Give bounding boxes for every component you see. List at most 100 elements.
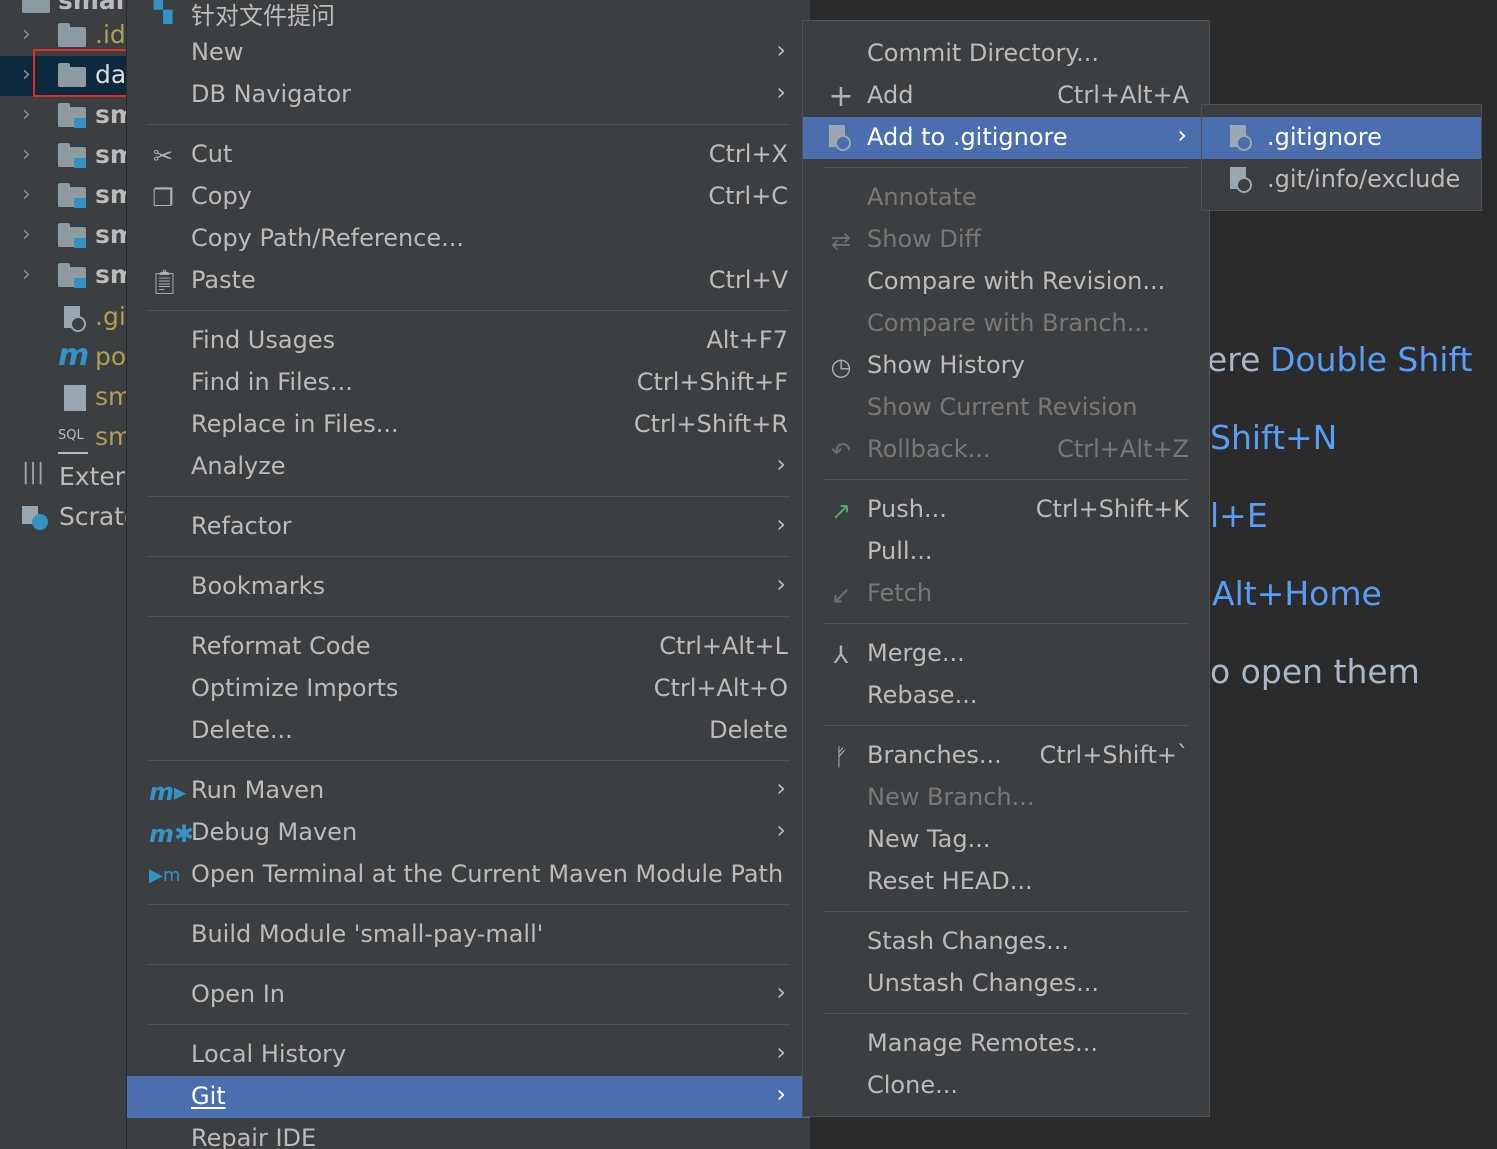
chevron-right-icon[interactable]: › <box>22 142 31 167</box>
gitignore-submenu[interactable]: .gitignore .git/info/exclude <box>1201 104 1482 211</box>
tree-item-module[interactable]: › sm <box>0 216 126 256</box>
menu-item-db-navigator[interactable]: DB Navigator › <box>127 74 810 116</box>
menu-item-add-to-gitignore[interactable]: Add to .gitignore › <box>803 117 1209 159</box>
menu-item-show-history[interactable]: ◷ Show History <box>803 345 1209 387</box>
menu-item-label: Find in Files... <box>191 368 353 396</box>
menu-item-git-info-exclude[interactable]: .git/info/exclude <box>1202 159 1481 201</box>
menu-item-label: Paste <box>191 266 256 294</box>
menu-item-show-current-revision[interactable]: Show Current Revision <box>803 387 1209 429</box>
chevron-right-icon[interactable]: › <box>22 102 31 127</box>
menu-item-bookmarks[interactable]: Bookmarks › <box>127 566 810 608</box>
tree-label: sm <box>95 220 126 249</box>
branch-icon: ᚠ <box>833 743 849 771</box>
menu-item-label: Replace in Files... <box>191 410 399 438</box>
menu-item-show-diff[interactable]: ⇄ Show Diff <box>803 219 1209 261</box>
menu-item-find-in-files[interactable]: Find in Files... Ctrl+Shift+F <box>127 362 810 404</box>
menu-item-reset-head[interactable]: Reset HEAD... <box>803 861 1209 903</box>
menu-item-label: Branches... <box>867 741 1002 769</box>
menu-item-analyze[interactable]: Analyze › <box>127 446 810 488</box>
menu-item-push[interactable]: ↗ Push... Ctrl+Shift+K <box>803 489 1209 531</box>
menu-item-label: Analyze <box>191 452 286 480</box>
menu-item-new[interactable]: New › <box>127 32 810 74</box>
menu-item-label: Find Usages <box>191 326 336 354</box>
menu-item-local-history[interactable]: Local History › <box>127 1034 810 1076</box>
chevron-right-icon[interactable]: › <box>22 22 31 47</box>
menu-item-branches[interactable]: ᚠ Branches... Ctrl+Shift+` <box>803 735 1209 777</box>
menu-item-manage-remotes[interactable]: Manage Remotes... <box>803 1023 1209 1065</box>
menu-item-find-usages[interactable]: Find Usages Alt+F7 <box>127 320 810 362</box>
menu-item-optimize-imports[interactable]: Optimize Imports Ctrl+Alt+O <box>127 668 810 710</box>
menu-item-stash-changes[interactable]: Stash Changes... <box>803 921 1209 963</box>
menu-item-new-tag[interactable]: New Tag... <box>803 819 1209 861</box>
chevron-right-icon: › <box>1177 121 1187 149</box>
menu-item-unstash-changes[interactable]: Unstash Changes... <box>803 963 1209 1005</box>
menu-item-replace-in-files[interactable]: Replace in Files... Ctrl+Shift+R <box>127 404 810 446</box>
chevron-right-icon[interactable]: › <box>22 262 31 287</box>
context-menu[interactable]: ▚ 针对文件提问 New › DB Navigator › ✂ Cut Ctrl… <box>127 0 810 1149</box>
chevron-right-icon: › <box>776 978 786 1006</box>
chevron-right-icon[interactable]: › <box>22 222 31 247</box>
menu-item-refactor[interactable]: Refactor › <box>127 506 810 548</box>
menu-item-label: New Branch... <box>867 783 1035 811</box>
menu-item-label: .gitignore <box>1267 123 1382 151</box>
tree-item-module[interactable]: › sm <box>0 256 126 296</box>
project-tree[interactable]: small › .idea › data › sm › sm › sm › sm… <box>0 0 126 1149</box>
menu-item-label: Compare with Revision... <box>867 267 1166 295</box>
hint-search-everywhere-text: ere <box>1207 340 1261 379</box>
menu-item-open-in[interactable]: Open In › <box>127 974 810 1016</box>
menu-item-run-maven[interactable]: m▸ Run Maven › <box>127 770 810 812</box>
menu-item-annotate[interactable]: Annotate <box>803 177 1209 219</box>
menu-separator <box>147 310 790 311</box>
menu-item-add[interactable]: + Add Ctrl+Alt+A <box>803 75 1209 117</box>
menu-item-commit-directory[interactable]: Commit Directory... <box>803 33 1209 75</box>
module-folder-icon <box>58 103 88 128</box>
menu-item-build-module[interactable]: Build Module 'small-pay-mall' <box>127 914 810 956</box>
menu-item-compare-branch[interactable]: Compare with Branch... <box>803 303 1209 345</box>
menu-item-delete[interactable]: Delete... Delete <box>127 710 810 752</box>
tree-item-external-libraries[interactable]: ||| Extern <box>0 458 126 498</box>
menu-item-clone[interactable]: Clone... <box>803 1065 1209 1107</box>
tree-item-module[interactable]: › sm <box>0 96 126 136</box>
menu-item-new-branch[interactable]: New Branch... <box>803 777 1209 819</box>
hint-drop-files: o open them <box>1210 652 1420 691</box>
menu-item-label: DB Navigator <box>191 80 352 108</box>
menu-item-open-terminal-maven[interactable]: ▶m Open Terminal at the Current Maven Mo… <box>127 854 810 896</box>
hint-goto-file-key: Shift+N <box>1210 418 1338 457</box>
menu-item-label: Optimize Imports <box>191 674 399 702</box>
menu-item-compare-revision[interactable]: Compare with Revision... <box>803 261 1209 303</box>
menu-item-paste[interactable]: 📋︎ Paste Ctrl+V <box>127 260 810 302</box>
menu-item-rebase[interactable]: Rebase... <box>803 675 1209 717</box>
shortcut-label: Ctrl+Alt+L <box>659 632 788 660</box>
menu-item-repair-ide[interactable]: Repair IDE <box>127 1118 810 1149</box>
chevron-right-icon[interactable]: › <box>22 62 31 87</box>
shortcut-label: Alt+F7 <box>706 326 788 354</box>
menu-item-ask-file[interactable]: ▚ 针对文件提问 <box>127 0 810 32</box>
push-arrow-icon: ↗ <box>830 497 852 525</box>
tree-item-pom[interactable]: m po <box>0 338 126 378</box>
menu-item-copy-path[interactable]: Copy Path/Reference... <box>127 218 810 260</box>
chevron-right-icon[interactable]: › <box>22 182 31 207</box>
tree-item-scratches[interactable]: Scratc <box>0 498 126 538</box>
menu-item-copy[interactable]: ❐ Copy Ctrl+C <box>127 176 810 218</box>
tree-item-module[interactable]: › sm <box>0 136 126 176</box>
git-submenu[interactable]: Commit Directory... + Add Ctrl+Alt+A Add… <box>802 20 1210 1117</box>
chevron-right-icon: › <box>776 816 786 844</box>
menu-item-label: Push... <box>867 495 947 523</box>
menu-item-merge[interactable]: ⅄ Merge... <box>803 633 1209 675</box>
menu-item-git[interactable]: Git › <box>127 1076 810 1118</box>
menu-item-reformat-code[interactable]: Reformat Code Ctrl+Alt+L <box>127 626 810 668</box>
gitignore-icon <box>827 125 855 153</box>
menu-item-fetch[interactable]: ↙ Fetch <box>803 573 1209 615</box>
menu-item-label: Show History <box>867 351 1025 379</box>
menu-item-label: New <box>191 38 244 66</box>
tree-item-gitignore[interactable]: .gi <box>0 298 126 338</box>
menu-item-cut[interactable]: ✂ Cut Ctrl+X <box>127 134 810 176</box>
menu-item-pull[interactable]: Pull... <box>803 531 1209 573</box>
tree-item-module[interactable]: › sm <box>0 176 126 216</box>
menu-item-rollback[interactable]: ↶ Rollback... Ctrl+Alt+Z <box>803 429 1209 471</box>
tree-item-file[interactable]: sm <box>0 378 126 418</box>
tree-item-sql[interactable]: SQL sm <box>0 418 126 458</box>
menu-item-label: Debug Maven <box>191 818 358 846</box>
menu-item-debug-maven[interactable]: m✱ Debug Maven › <box>127 812 810 854</box>
menu-item-gitignore-file[interactable]: .gitignore <box>1202 117 1481 159</box>
